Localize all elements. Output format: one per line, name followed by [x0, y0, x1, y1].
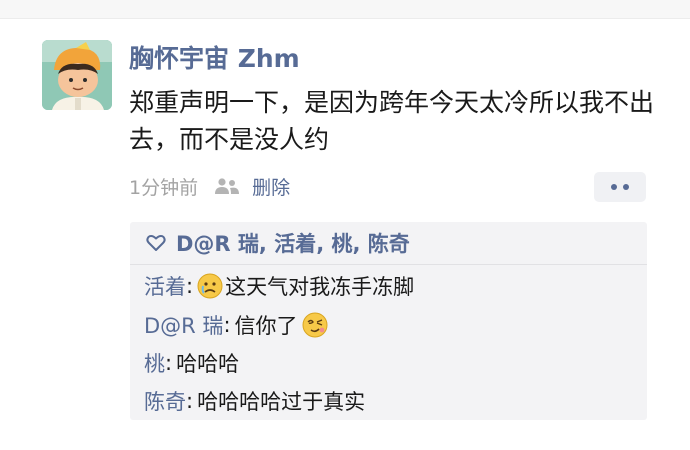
comment-separator: :: [186, 274, 194, 298]
post-meta: 1分钟前 删除: [129, 171, 290, 201]
more-dot-icon: [611, 184, 617, 190]
top-divider-bar: [0, 0, 690, 19]
comment-item[interactable]: D@R 瑞 : 信你了: [144, 308, 330, 342]
people-icon: [215, 178, 240, 194]
post-username[interactable]: 胸怀宇宙 Zhm: [129, 39, 300, 75]
comment-author[interactable]: 桃: [144, 348, 165, 378]
post-text: 郑重声明一下，是因为跨年今天太冷所以我不出去，而不是没人约: [129, 88, 655, 154]
likes-row: D@R 瑞, 活着, 桃, 陈奇: [130, 222, 647, 265]
dizzy-face-emoji-icon: [302, 312, 328, 338]
comment-author[interactable]: 陈奇: [144, 386, 186, 416]
more-dot-icon: [623, 184, 629, 190]
avatar[interactable]: [42, 40, 112, 110]
likes-names[interactable]: D@R 瑞, 活着, 桃, 陈奇: [176, 228, 410, 258]
heart-icon: [146, 235, 166, 251]
delete-link[interactable]: 删除: [252, 173, 290, 200]
comment-separator: :: [186, 389, 194, 413]
comment-separator: :: [223, 313, 231, 337]
more-options-button[interactable]: [594, 172, 646, 202]
comment-item[interactable]: 活着 : 这天气对我冻手冻脚: [144, 269, 414, 303]
comment-author[interactable]: 活着: [144, 271, 186, 301]
cold-face-emoji-icon: [197, 273, 223, 299]
post-timestamp: 1分钟前: [129, 176, 199, 199]
comment-text: 哈哈哈: [176, 352, 240, 376]
comment-item[interactable]: 桃 : 哈哈哈: [144, 346, 239, 380]
comment-text: 信你了: [234, 314, 298, 338]
comment-author[interactable]: D@R 瑞: [144, 310, 223, 340]
likes-comments-panel: D@R 瑞, 活着, 桃, 陈奇 活着 : 这天气对我冻手冻脚 D@R 瑞 : …: [130, 222, 647, 420]
comment-separator: :: [165, 351, 173, 375]
comment-text: 这天气对我冻手冻脚: [225, 275, 415, 299]
avatar-cartoon-boy-icon: [42, 40, 112, 110]
comment-item[interactable]: 陈奇 : 哈哈哈哈过于真实: [144, 384, 365, 418]
comment-text: 哈哈哈哈过于真实: [197, 390, 366, 414]
